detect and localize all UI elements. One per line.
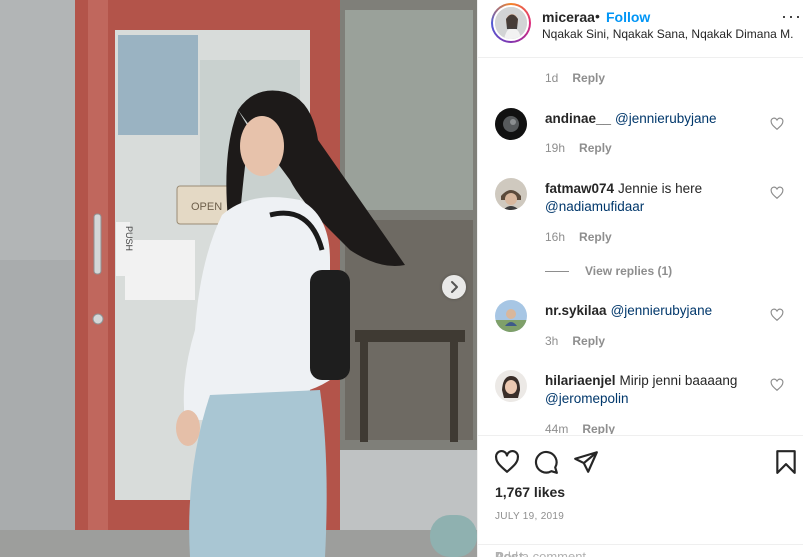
post-comment-button[interactable]: Post xyxy=(495,549,523,557)
comment-meta: 44m Reply xyxy=(545,422,615,434)
post-actions: 1,767 likes JULY 19, 2019 Add a comment.… xyxy=(478,435,803,557)
like-heart-icon[interactable] xyxy=(494,449,520,475)
divider xyxy=(545,271,569,273)
comment-mention[interactable]: @jennierubyjane xyxy=(615,111,717,126)
comment-username[interactable]: andinae__ xyxy=(545,111,611,126)
next-photo-button[interactable] xyxy=(442,275,466,299)
avatar-image xyxy=(495,108,527,140)
commenter-avatar[interactable] xyxy=(495,178,527,210)
avatar-image xyxy=(495,300,527,332)
view-replies-button[interactable]: View replies (1) xyxy=(545,264,672,278)
share-paper-plane-icon[interactable] xyxy=(573,449,599,475)
author-username[interactable]: miceraa xyxy=(542,9,595,25)
comment-time: 3h xyxy=(545,334,559,348)
commenter-avatar[interactable] xyxy=(495,108,527,140)
post-side-panel: miceraa • Follow Nqakak Sini, Nqakak San… xyxy=(477,0,803,557)
comment-meta: 1d Reply xyxy=(545,71,605,85)
like-comment-heart-icon[interactable] xyxy=(770,308,784,322)
comment-meta: 19h Reply xyxy=(545,141,612,155)
comment-mention[interactable]: @nadiamufidaar xyxy=(545,199,644,214)
comment-username[interactable]: hilariaenjel xyxy=(545,373,616,388)
comment-time: 16h xyxy=(545,230,566,244)
author-avatar[interactable] xyxy=(491,3,531,43)
comment-body: Mirip jenni baaaang xyxy=(619,373,738,388)
commenter-avatar[interactable] xyxy=(495,300,527,332)
like-comment-heart-icon[interactable] xyxy=(770,117,784,131)
like-comment-heart-icon[interactable] xyxy=(770,378,784,392)
comment-text: nr.sykilaa @jennierubyjane xyxy=(545,302,770,320)
comment-username[interactable]: fatmaw074 xyxy=(545,181,614,196)
comment-time: 19h xyxy=(545,141,566,155)
post-photo[interactable]: OPEN PUSH xyxy=(0,0,477,557)
save-bookmark-icon[interactable] xyxy=(773,449,799,475)
comment-meta: 16h Reply xyxy=(545,230,612,244)
commenter-avatar[interactable] xyxy=(495,370,527,402)
comment-time: 1d xyxy=(545,71,559,85)
reply-button[interactable]: Reply xyxy=(579,230,612,244)
chevron-right-icon xyxy=(451,281,458,293)
post-photo-illustration: OPEN PUSH xyxy=(0,0,477,557)
comment-body: Jennie is here xyxy=(618,181,703,196)
post-location[interactable]: Nqakak Sini, Nqakak Sana, Nqakak Dimana … xyxy=(542,27,794,41)
reply-button[interactable]: Reply xyxy=(579,141,612,155)
comment-mention[interactable]: @jeromepolin xyxy=(545,391,629,406)
comment-text: andinae__ @jennierubyjane xyxy=(545,110,770,128)
reply-button[interactable]: Reply xyxy=(572,334,605,348)
comment-text: fatmaw074 Jennie is here @nadiamufidaar xyxy=(545,180,770,216)
post-header: miceraa • Follow Nqakak Sini, Nqakak San… xyxy=(478,0,803,58)
comment-bubble-icon[interactable] xyxy=(533,449,559,475)
like-comment-heart-icon[interactable] xyxy=(770,186,784,200)
add-comment-bar[interactable]: Add a comment... Post xyxy=(478,544,803,557)
separator-dot: • xyxy=(595,8,600,24)
open-sign-text: OPEN xyxy=(191,201,222,213)
push-label: PUSH xyxy=(124,226,134,251)
reply-button[interactable]: Reply xyxy=(582,422,615,434)
comment-time: 44m xyxy=(545,422,569,434)
more-options-button[interactable]: ··· xyxy=(781,6,802,27)
comment-text: hilariaenjel Mirip jenni baaaang @jeromepo… xyxy=(545,372,770,408)
view-replies-label: View replies (1) xyxy=(585,264,673,278)
comment-mention[interactable]: @jennierubyjane xyxy=(611,303,713,318)
comments-list[interactable]: 1d Reply andinae__ @jennierubyjane 19h Repl… xyxy=(478,58,803,434)
comment-username[interactable]: nr.sykilaa xyxy=(545,303,607,318)
comment-meta: 3h Reply xyxy=(545,334,605,348)
author-avatar-image xyxy=(495,7,527,39)
post-date: JULY 19, 2019 xyxy=(495,511,565,522)
likes-count[interactable]: 1,767 likes xyxy=(495,484,565,500)
follow-button[interactable]: Follow xyxy=(606,9,650,25)
avatar-image xyxy=(495,370,527,402)
avatar-image xyxy=(495,178,527,210)
reply-button[interactable]: Reply xyxy=(572,71,605,85)
